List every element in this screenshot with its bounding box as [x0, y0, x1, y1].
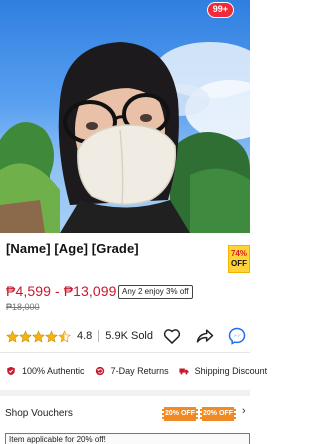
- product-photo: [0, 42, 250, 233]
- discount-badge: 74% OFF: [228, 245, 250, 273]
- return-icon: [95, 366, 104, 376]
- shop-vouchers-title[interactable]: Shop Vouchers: [5, 408, 73, 419]
- sold-count: 5.9K Sold: [105, 330, 153, 342]
- share-icon[interactable]: [195, 326, 215, 346]
- voucher-chip[interactable]: 20% OFF: [162, 407, 198, 421]
- star-icon: [45, 329, 58, 342]
- shield-icon: [7, 366, 15, 376]
- guarantee-authentic: 100% Authentic: [22, 366, 85, 376]
- guarantees-row[interactable]: 100% Authentic 7-Day Returns Shipping Di…: [6, 364, 277, 378]
- star-icon: [32, 329, 45, 342]
- original-price: ₱18,000: [6, 302, 40, 312]
- price-range: ₱4,599 - ₱13,099: [6, 283, 117, 299]
- section-divider: [0, 390, 250, 396]
- guarantee-returns: 7-Day Returns: [110, 366, 169, 376]
- guarantee-shipping: Shipping Discount: [194, 366, 268, 376]
- chevron-right-icon[interactable]: ›: [242, 405, 246, 417]
- truck-icon: [179, 368, 189, 375]
- rating-value: 4.8: [77, 330, 93, 342]
- promo-tag[interactable]: Any 2 enjoy 3% off: [118, 285, 193, 299]
- star-rating: [6, 329, 71, 343]
- star-icon: [19, 329, 32, 342]
- rating-divider: [98, 330, 100, 342]
- voucher-chip[interactable]: 20% OFF: [200, 407, 236, 421]
- star-half-icon: [58, 329, 71, 342]
- product-image[interactable]: 99+: [0, 0, 250, 233]
- section-divider: [0, 352, 250, 353]
- discount-percent: 74%: [230, 249, 247, 258]
- messenger-icon[interactable]: [227, 326, 247, 346]
- rating-row[interactable]: 4.8 5.9K Sold: [6, 326, 153, 346]
- product-title: [Name] [Age] [Grade]: [6, 241, 139, 256]
- cart-count-badge[interactable]: 99+: [206, 2, 234, 18]
- star-icon: [6, 329, 19, 342]
- applicable-banner[interactable]: Item applicable for 20% off!: [5, 433, 250, 444]
- heart-icon[interactable]: [162, 326, 182, 346]
- discount-label: OFF: [231, 259, 247, 268]
